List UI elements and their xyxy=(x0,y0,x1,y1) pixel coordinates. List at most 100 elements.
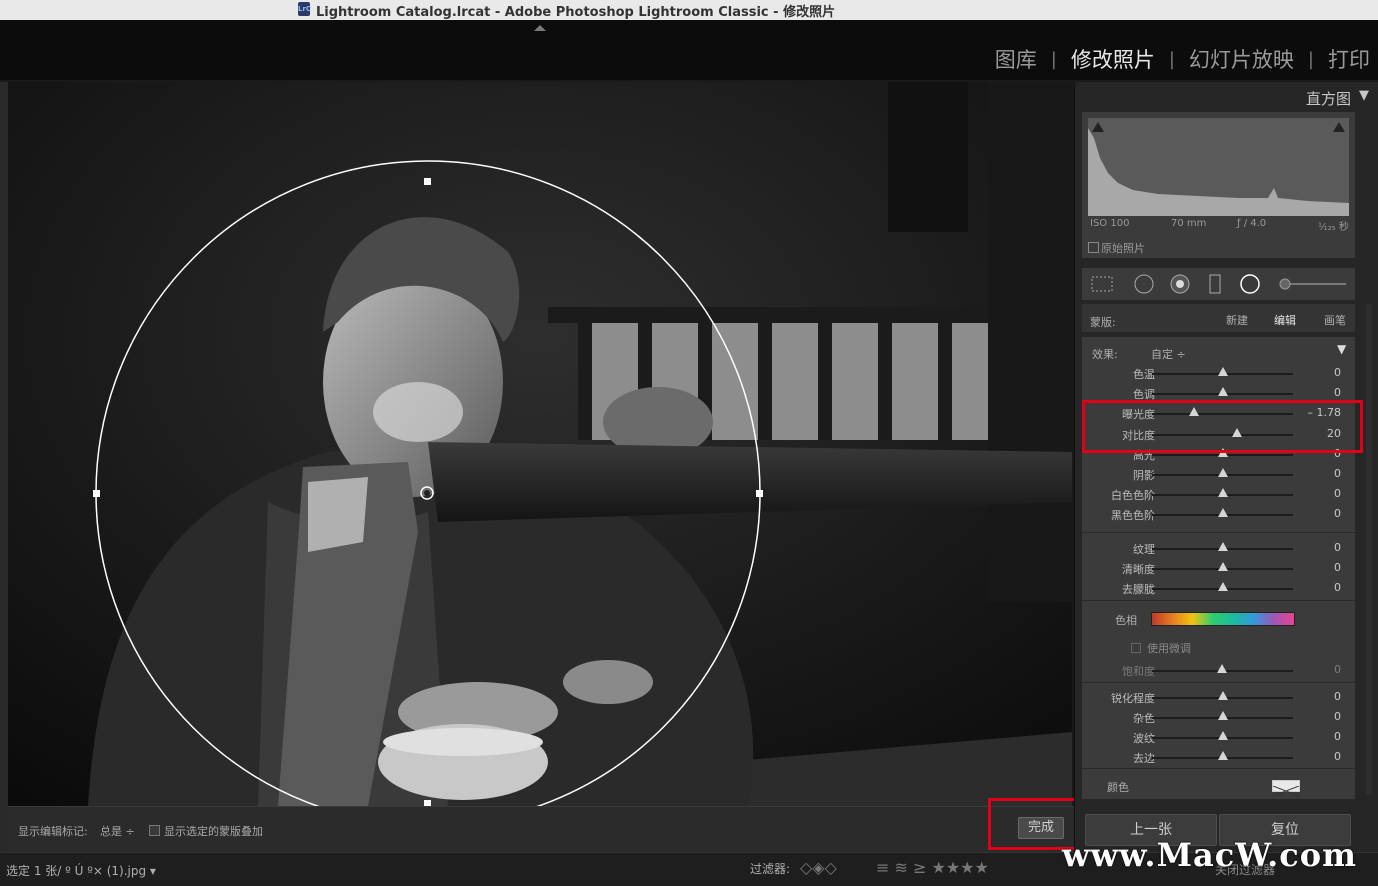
show-edit-marks-label: 显示编辑标记: xyxy=(18,825,88,838)
slider-saturation[interactable]: 饱和度 0 xyxy=(1082,660,1355,680)
mask-edit-button[interactable]: 编辑 xyxy=(1274,312,1296,328)
checkbox-box[interactable] xyxy=(149,825,160,836)
show-overlay-label: 显示选定的蒙版叠加 xyxy=(164,825,263,838)
slider-row[interactable]: 黑色色阶 0 xyxy=(1082,504,1355,524)
slider-row[interactable]: 色温 0 xyxy=(1082,363,1355,383)
red-eye-icon[interactable] xyxy=(1168,273,1192,295)
mask-new-button[interactable]: 新建 xyxy=(1226,312,1248,328)
show-edit-marks-select[interactable]: 总是 ÷ xyxy=(100,823,135,839)
slider-value[interactable]: 0 xyxy=(1334,561,1341,574)
histogram-panel: ISO 100 70 mm ƒ / 4.0 ¹⁄₁₂₅ 秒 原始照片 xyxy=(1082,112,1355,258)
graduated-filter-icon[interactable] xyxy=(1204,273,1228,295)
checkbox-box[interactable] xyxy=(1131,643,1141,653)
slider-value[interactable]: 0 xyxy=(1334,507,1341,520)
slider-thumb[interactable] xyxy=(1217,367,1228,376)
bw-portrait-photo xyxy=(8,82,1072,806)
divider xyxy=(1082,600,1355,601)
mask-label: 蒙版: xyxy=(1090,316,1116,329)
slider-name: 黑色色阶 xyxy=(1111,509,1155,523)
tab-develop[interactable]: 修改照片 xyxy=(1071,44,1155,74)
slider-value[interactable]: 0 xyxy=(1334,366,1341,379)
slider-value[interactable]: 0 xyxy=(1334,663,1341,676)
module-picker-bar: 图库 | 修改照片 | 幻灯片放映 | 打印 xyxy=(0,20,1378,80)
slider-value[interactable]: 0 xyxy=(1334,581,1341,594)
slider-thumb[interactable] xyxy=(1217,731,1228,740)
photo-canvas[interactable] xyxy=(8,82,1072,806)
module-separator: | xyxy=(1307,48,1314,70)
iso-value: ISO 100 xyxy=(1090,218,1130,229)
slider-thumb[interactable] xyxy=(1217,664,1227,673)
effect-collapse-icon[interactable]: ▼ xyxy=(1337,342,1346,356)
left-panel-edge[interactable] xyxy=(0,82,8,852)
slider-thumb[interactable] xyxy=(1217,711,1228,720)
slider-value[interactable]: 0 xyxy=(1334,710,1341,723)
hue-label: 色相 xyxy=(1115,614,1137,627)
effect-label: 效果: xyxy=(1092,348,1118,361)
radial-filter-icon[interactable] xyxy=(1238,273,1262,295)
slider-name: 锐化程度 xyxy=(1111,692,1155,705)
crop-icon[interactable] xyxy=(1090,273,1114,295)
shutter-value: ¹⁄₁₂₅ 秒 xyxy=(1318,222,1349,233)
hue-slider[interactable] xyxy=(1151,612,1295,626)
panel-scrollbar[interactable] xyxy=(1366,304,1372,794)
slider-thumb[interactable] xyxy=(1217,582,1228,591)
collapse-top-panel-icon[interactable] xyxy=(534,25,546,31)
tool-strip xyxy=(1082,268,1355,300)
color-swatch[interactable] xyxy=(1272,780,1300,797)
slider-value[interactable]: 0 xyxy=(1334,750,1341,763)
divider xyxy=(1082,768,1355,769)
window-title-bar: LrC Lightroom Catalog.lrcat - Adobe Phot… xyxy=(0,0,1378,20)
filter-label: 过滤器: xyxy=(750,862,791,876)
slider-thumb[interactable] xyxy=(1217,751,1228,760)
slider-thumb[interactable] xyxy=(1217,508,1228,518)
fine-tune-checkbox[interactable]: 使用微调 xyxy=(1131,640,1191,656)
window-title: Lightroom Catalog.lrcat - Adobe Photosho… xyxy=(316,5,836,20)
histogram-header[interactable]: 直方图 xyxy=(1306,88,1351,109)
slider-thumb[interactable] xyxy=(1217,691,1228,700)
slider-name: 清晰度 xyxy=(1122,563,1155,576)
slider-row[interactable]: 白色色阶 0 xyxy=(1082,484,1355,504)
show-overlay-checkbox[interactable]: 显示选定的蒙版叠加 xyxy=(149,823,263,839)
module-tabs: 图库 | 修改照片 | 幻灯片放映 | 打印 xyxy=(995,44,1370,74)
flag-filter-icons[interactable]: ◇◈◇ xyxy=(800,858,837,877)
slider-value[interactable]: 0 xyxy=(1334,467,1341,480)
slider-row[interactable]: 波纹 0 xyxy=(1082,727,1355,747)
slider-row[interactable]: 纹理 0 xyxy=(1082,538,1355,558)
original-photo-checkbox[interactable]: 原始照片 xyxy=(1088,240,1145,256)
rating-filter-icons[interactable]: ≡ ≋ ≥ ★★★★ xyxy=(876,858,989,877)
adjustment-brush-slider-icon[interactable] xyxy=(1278,273,1302,295)
no-color-icon xyxy=(1272,785,1300,797)
slider-row[interactable]: 阴影 0 xyxy=(1082,464,1355,484)
slider-thumb[interactable] xyxy=(1217,468,1228,477)
fine-tune-label: 使用微调 xyxy=(1147,642,1191,655)
tab-slideshow[interactable]: 幻灯片放映 xyxy=(1189,44,1294,74)
divider xyxy=(1082,532,1355,533)
effect-preset-select[interactable]: 自定 ÷ xyxy=(1151,346,1186,362)
slider-value[interactable]: 0 xyxy=(1334,690,1341,703)
slider-row[interactable]: 杂色 0 xyxy=(1082,707,1355,727)
slider-name: 白色色阶 xyxy=(1111,489,1155,503)
slider-value[interactable]: 0 xyxy=(1334,487,1341,500)
slider-value[interactable]: 0 xyxy=(1334,541,1341,554)
slider-row[interactable]: 锐化程度 0 xyxy=(1082,687,1355,707)
histogram-graph[interactable] xyxy=(1088,118,1349,216)
tab-print[interactable]: 打印 xyxy=(1328,44,1370,74)
slider-name: 饱和度 xyxy=(1122,665,1155,678)
slider-row[interactable]: 去朦胧 0 xyxy=(1082,578,1355,598)
slider-name: 去朦胧 xyxy=(1122,583,1155,596)
slider-thumb[interactable] xyxy=(1217,562,1228,571)
spot-removal-icon[interactable] xyxy=(1132,273,1156,295)
selection-info[interactable]: 选定 1 张/ º Ú º× (1).jpg ▾ xyxy=(6,862,156,879)
slider-value[interactable]: 0 xyxy=(1334,386,1341,399)
slider-value[interactable]: 0 xyxy=(1334,730,1341,743)
tab-library[interactable]: 图库 xyxy=(995,44,1037,74)
slider-thumb[interactable] xyxy=(1217,387,1228,397)
histogram-collapse-icon[interactable]: ▼ xyxy=(1359,88,1369,103)
slider-thumb[interactable] xyxy=(1217,488,1228,498)
mask-brush-button[interactable]: 画笔 xyxy=(1324,312,1346,328)
module-separator: | xyxy=(1050,48,1057,70)
slider-thumb[interactable] xyxy=(1217,542,1228,551)
checkbox-box[interactable] xyxy=(1088,242,1099,253)
slider-row[interactable]: 清晰度 0 xyxy=(1082,558,1355,578)
slider-row[interactable]: 去边 0 xyxy=(1082,747,1355,767)
